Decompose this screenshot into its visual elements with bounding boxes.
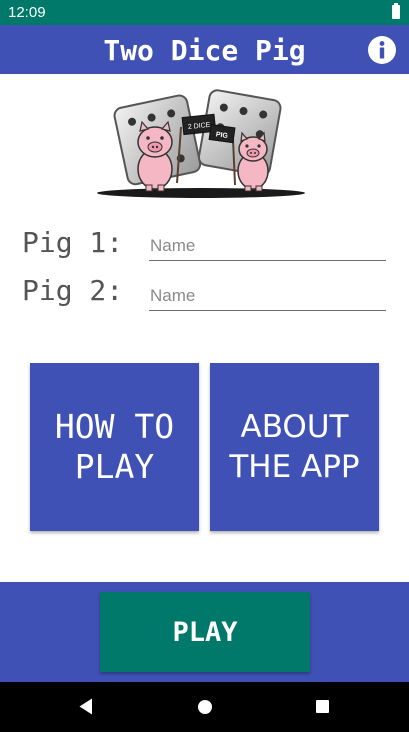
sign-pig: PIG — [208, 123, 236, 144]
how-to-play-line-2: PLAY — [74, 447, 155, 486]
home-circle-icon[interactable] — [198, 700, 212, 714]
bottom-panel: PLAY — [0, 582, 409, 682]
dice-pigs-logo: 2 DICE PIG — [95, 87, 307, 200]
status-time: 12:09 — [8, 4, 46, 21]
about-the-app-line-1: ABOUT — [240, 409, 349, 445]
about-the-app-button[interactable]: ABOUT THE APP — [210, 363, 379, 531]
pig-2-name-input[interactable] — [149, 281, 386, 311]
navigation-bar — [0, 682, 409, 732]
app-title: Two Dice Pig — [103, 34, 306, 67]
info-button[interactable] — [367, 35, 397, 65]
app-bar: Two Dice Pig — [0, 25, 409, 74]
pig-1-label: Pig 1: — [22, 226, 124, 259]
battery-icon — [392, 3, 400, 19]
about-the-app-line-2: THE APP — [229, 449, 360, 485]
info-circle-icon — [368, 36, 396, 64]
play-button[interactable]: PLAY — [100, 592, 310, 672]
how-to-play-button[interactable]: HOW TO PLAY — [30, 363, 199, 531]
pig-1-name-input[interactable] — [149, 231, 386, 261]
recents-square-icon[interactable] — [316, 700, 329, 713]
pig-2-label: Pig 2: — [22, 274, 124, 307]
status-bar: 12:09 — [0, 0, 409, 25]
back-triangle-icon[interactable] — [79, 698, 93, 715]
how-to-play-line-1: HOW TO — [54, 407, 175, 446]
